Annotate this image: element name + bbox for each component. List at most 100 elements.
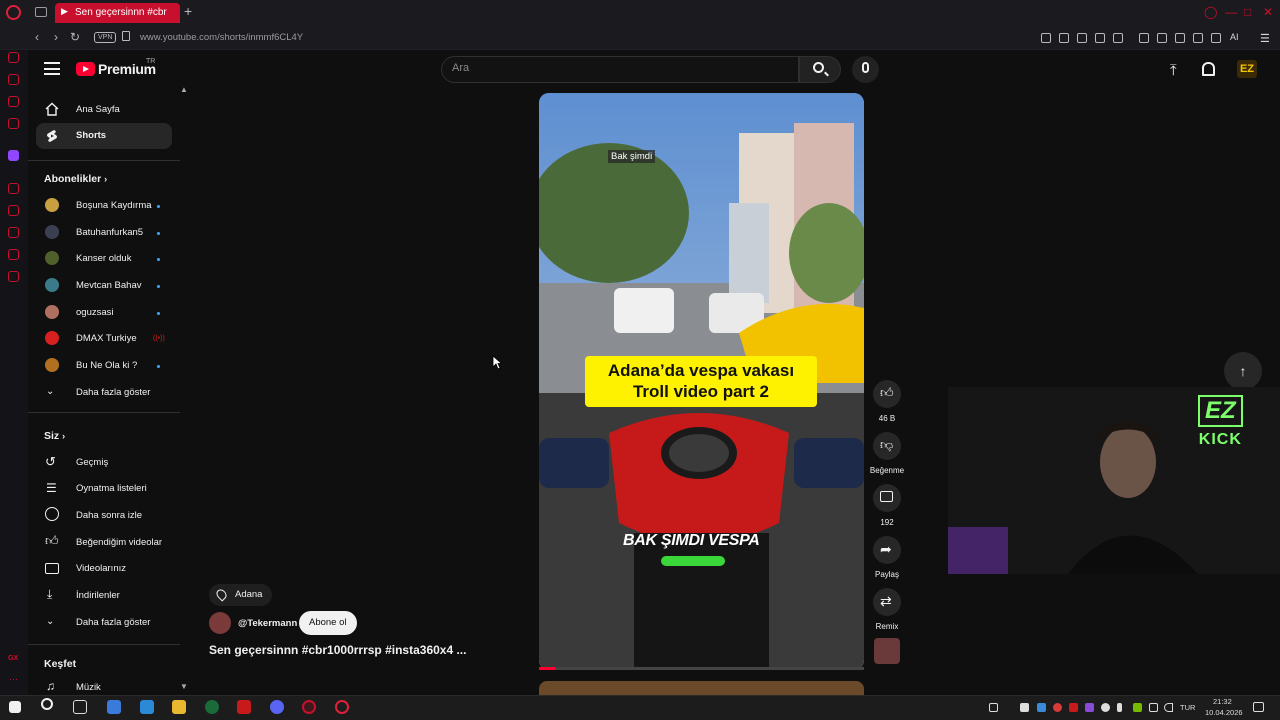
aria-ai-button[interactable]: AI: [1230, 32, 1239, 42]
translate-icon[interactable]: [1157, 33, 1167, 43]
news-strip-icon[interactable]: [8, 118, 19, 129]
show-more-subscriptions[interactable]: Daha fazla göster: [76, 387, 150, 398]
voicemod-icon[interactable]: [237, 700, 251, 714]
sidebar-scroll-down-icon[interactable]: ▼: [180, 682, 188, 691]
edge-icon[interactable]: [140, 700, 154, 714]
sound-thumbnail[interactable]: [874, 638, 900, 664]
back-button[interactable]: ‹: [35, 30, 39, 44]
vpn-badge[interactable]: VPN: [94, 32, 117, 43]
tab-audio-icon[interactable]: ▶: [61, 6, 68, 17]
show-more-you[interactable]: Daha fazla göster: [76, 617, 150, 628]
forward-button[interactable]: ›: [54, 30, 58, 44]
more-strip-icon[interactable]: ⋯: [9, 674, 18, 685]
new-tab-button[interactable]: +: [184, 3, 192, 19]
next-short-preview[interactable]: [539, 681, 864, 695]
browser-tab-active[interactable]: Sen geçersinnn #cbr: [55, 3, 180, 23]
file-explorer-icon[interactable]: [172, 700, 186, 714]
subscription-item-1[interactable]: Boşuna Kaydırma: [76, 200, 152, 211]
bookmark-icon[interactable]: [1041, 33, 1051, 43]
clock-strip-icon[interactable]: [8, 227, 19, 238]
tray-app-icon-4[interactable]: [1069, 703, 1078, 712]
gx-logo-icon[interactable]: GX: [8, 655, 18, 662]
search-input[interactable]: [441, 56, 799, 83]
browser-menu-icon[interactable]: ☰: [1260, 32, 1270, 45]
sidebar-item-downloads[interactable]: İndirilenler: [76, 590, 120, 601]
reload-button[interactable]: ↻: [70, 30, 80, 44]
subscription-item-6[interactable]: DMAX Turkiye: [76, 333, 137, 344]
tray-app-icon-6[interactable]: [1101, 703, 1110, 712]
network-tray-icon[interactable]: [1149, 703, 1158, 712]
task-view-icon[interactable]: [73, 700, 87, 714]
history-strip-icon[interactable]: [8, 52, 19, 63]
sidebar-item-playlists[interactable]: Oynatma listeleri: [76, 483, 147, 494]
sidebar-item-your-videos[interactable]: Videolarınız: [76, 563, 126, 574]
discord-icon[interactable]: [270, 700, 284, 714]
nvidia-tray-icon[interactable]: [1133, 703, 1142, 712]
input-language[interactable]: TUR: [1180, 703, 1195, 712]
opera-logo-icon[interactable]: [6, 5, 21, 20]
download-icon[interactable]: [1211, 33, 1221, 43]
maximize-button[interactable]: □: [1244, 5, 1251, 19]
opera-taskbar-icon[interactable]: [335, 700, 349, 714]
guide-menu-button[interactable]: [44, 62, 60, 75]
steam-tray-icon[interactable]: [1037, 703, 1046, 712]
clock-date[interactable]: 10.04.2026: [1205, 708, 1243, 717]
windows-start-icon[interactable]: [9, 701, 21, 713]
puzzle-icon[interactable]: [1175, 33, 1185, 43]
search-tabs-icon[interactable]: ◯: [1204, 5, 1217, 19]
music-strip-icon[interactable]: [8, 183, 19, 194]
tray-app-icon-5[interactable]: [1085, 703, 1094, 712]
subscription-item-3[interactable]: Kanser olduk: [76, 253, 131, 264]
copilot-icon[interactable]: [107, 700, 121, 714]
player-icon[interactable]: [1095, 33, 1105, 43]
volume-tray-icon[interactable]: [1164, 703, 1173, 712]
heart-icon[interactable]: [1113, 33, 1123, 43]
notification-center-icon[interactable]: [1253, 702, 1264, 712]
sidebar-scroll-up-icon[interactable]: ▲: [180, 85, 188, 94]
snapshot-icon[interactable]: [1059, 33, 1069, 43]
account-avatar[interactable]: EZ: [1237, 60, 1257, 78]
you-heading[interactable]: Siz ›: [44, 430, 65, 442]
upload-icon[interactable]: ⤒: [1170, 62, 1177, 79]
video-progress-track[interactable]: [539, 667, 864, 670]
chat-strip-icon[interactable]: [8, 249, 19, 260]
settings-strip-icon[interactable]: [8, 271, 19, 282]
taskbar-search-icon[interactable]: [41, 698, 53, 710]
clock-time[interactable]: 21:32: [1213, 697, 1232, 706]
subscription-item-2[interactable]: Batuhanfurkan5: [76, 227, 143, 238]
profile-icon[interactable]: [1193, 33, 1203, 43]
tray-app-icon-3[interactable]: [1053, 703, 1062, 712]
subscribe-button[interactable]: Abone ol: [299, 611, 357, 635]
subscription-item-7[interactable]: Bu Ne Ola ki ?: [76, 360, 137, 371]
channel-avatar[interactable]: [209, 612, 231, 634]
keyboard-tray-icon[interactable]: [989, 703, 998, 712]
sidebar-item-watch-later[interactable]: Daha sonra izle: [76, 510, 142, 521]
previous-short-button[interactable]: ↑: [1224, 352, 1262, 390]
sidebar-item-history[interactable]: Geçmiş: [76, 457, 108, 468]
url-field[interactable]: www.youtube.com/shorts/inmmf6CL4Y: [140, 32, 303, 43]
youtube-logo-icon[interactable]: [76, 62, 95, 76]
minimize-button[interactable]: —: [1225, 5, 1237, 19]
adblock-shield-icon[interactable]: [1077, 33, 1087, 43]
notifications-bell-icon[interactable]: [1202, 62, 1215, 76]
pinboard-strip-icon[interactable]: [8, 205, 19, 216]
lock-icon[interactable]: [122, 31, 130, 41]
video-title[interactable]: Sen geçersinnn #cbr1000rrrsp #insta360x4…: [209, 643, 466, 657]
extension-icon[interactable]: [1139, 33, 1149, 43]
sidebar-item-liked[interactable]: Beğendiğim videolar: [76, 537, 162, 548]
close-window-button[interactable]: ✕: [1263, 5, 1273, 19]
subscriptions-heading[interactable]: Abonelikler ›: [44, 173, 107, 185]
channel-name[interactable]: @Tekermann: [238, 618, 297, 629]
sidebar-item-music[interactable]: Müzik: [76, 682, 101, 693]
kick-logo-text: KICK: [1198, 431, 1242, 448]
subscription-item-5[interactable]: oguzsasi: [76, 307, 114, 318]
xbox-icon[interactable]: [205, 700, 219, 714]
messenger-strip-icon[interactable]: [8, 96, 19, 107]
vpn-strip-icon[interactable]: [8, 74, 19, 85]
tab-manager-icon[interactable]: [35, 7, 47, 17]
opera-gx-taskbar-icon[interactable]: [302, 700, 316, 714]
twitch-strip-icon[interactable]: [8, 150, 19, 161]
microphone-tray-icon[interactable]: [1117, 703, 1122, 712]
subscription-item-4[interactable]: Mevtcan Bahav: [76, 280, 141, 291]
tray-app-icon-1[interactable]: [1020, 703, 1029, 712]
